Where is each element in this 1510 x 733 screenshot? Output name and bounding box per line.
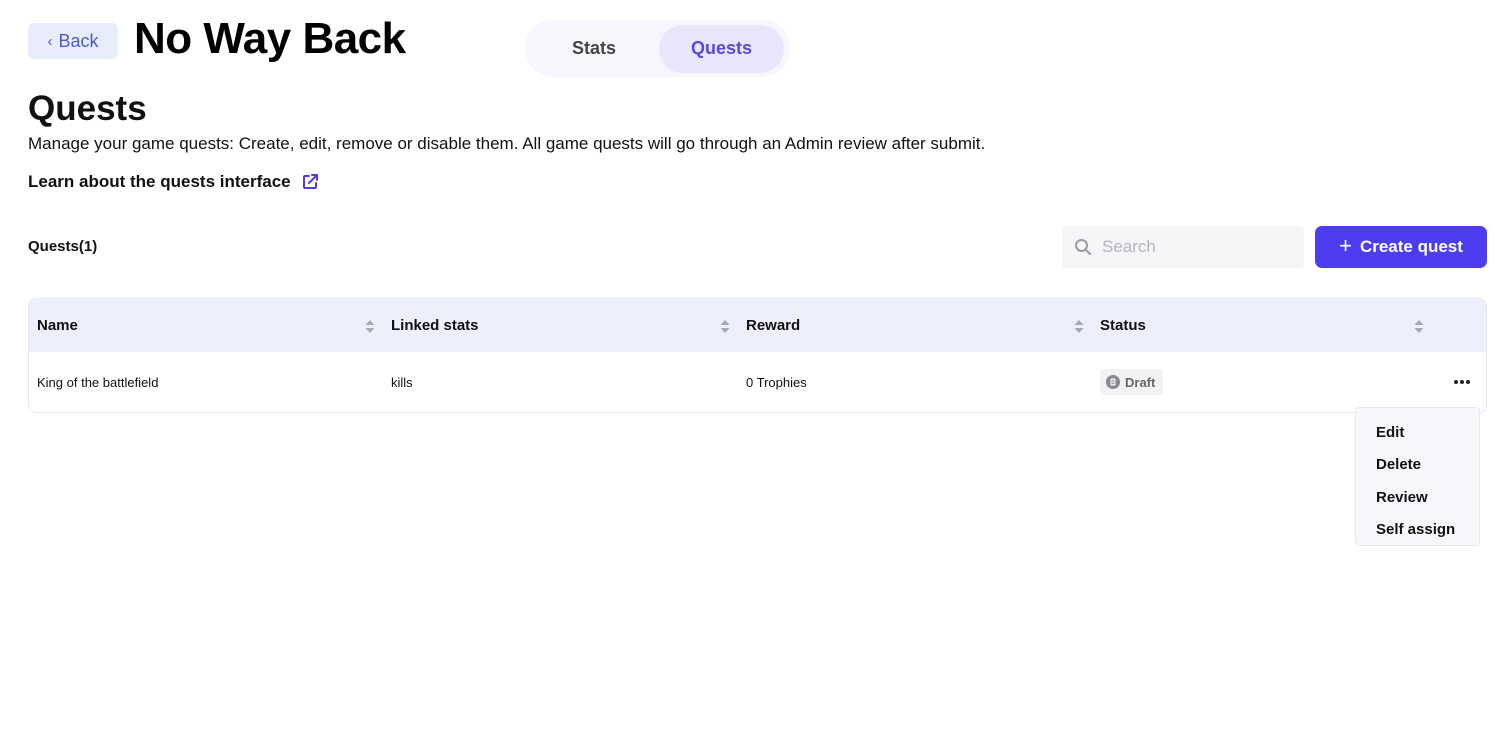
game-title: No Way Back [134,14,406,63]
quest-name: King of the battlefield [37,374,159,390]
column-header-status: Status [1092,299,1432,352]
create-quest-label: Create quest [1359,237,1463,256]
sort-icon[interactable] [365,320,375,333]
column-header-label: Status [1100,317,1146,334]
page-description: Manage your game quests: Create, edit, r… [28,134,986,153]
search-box [1062,226,1304,268]
column-header-linked-stats: Linked stats [383,299,738,352]
column-header-name: Name [29,299,383,352]
back-button[interactable]: ‹ Back [28,23,118,59]
menu-item-edit[interactable]: Edit [1356,416,1479,449]
sort-icon[interactable] [1074,320,1084,333]
quests-table: Name Linked stats Reward Status King of … [28,298,1487,413]
more-options-icon[interactable] [1452,374,1472,390]
tab-stats[interactable]: Stats [529,25,659,73]
row-actions-menu: Edit Delete Review Self assign [1355,407,1480,546]
search-icon [1075,239,1091,255]
column-header-label: Reward [746,317,801,334]
tab-quests[interactable]: Quests [659,24,784,73]
plus-icon: + [1339,233,1352,258]
menu-item-delete[interactable]: Delete [1356,449,1479,482]
create-quest-button[interactable]: + Create quest [1315,226,1487,268]
status-badge: Draft [1100,369,1164,395]
tab-bar: Stats Quests [525,20,790,77]
chevron-left-icon: ‹ [47,32,53,50]
back-button-label: Back [58,30,99,51]
page-title: Quests [28,89,147,128]
menu-item-review[interactable]: Review [1356,481,1479,514]
quest-linked-stats: kills [391,374,413,390]
document-icon [1106,375,1120,389]
column-header-reward: Reward [738,299,1092,352]
search-input[interactable] [1102,237,1282,257]
table-row: King of the battlefield kills 0 Trophies… [29,352,1486,412]
external-link-icon [302,174,318,189]
table-header: Name Linked stats Reward Status [29,299,1486,352]
learn-quests-link-label: Learn about the quests interface [28,172,291,191]
column-header-label: Linked stats [391,317,479,334]
column-header-label: Name [37,317,78,334]
status-badge-label: Draft [1125,374,1156,390]
learn-quests-link[interactable]: Learn about the quests interface [28,172,319,192]
sort-icon[interactable] [1414,320,1424,333]
sort-icon[interactable] [720,320,730,333]
menu-item-self-assign[interactable]: Self assign [1356,514,1479,547]
quests-count: Quests(1) [28,238,98,255]
quest-status-cell: Draft [1092,369,1432,395]
quest-reward: 0 Trophies [746,374,807,390]
